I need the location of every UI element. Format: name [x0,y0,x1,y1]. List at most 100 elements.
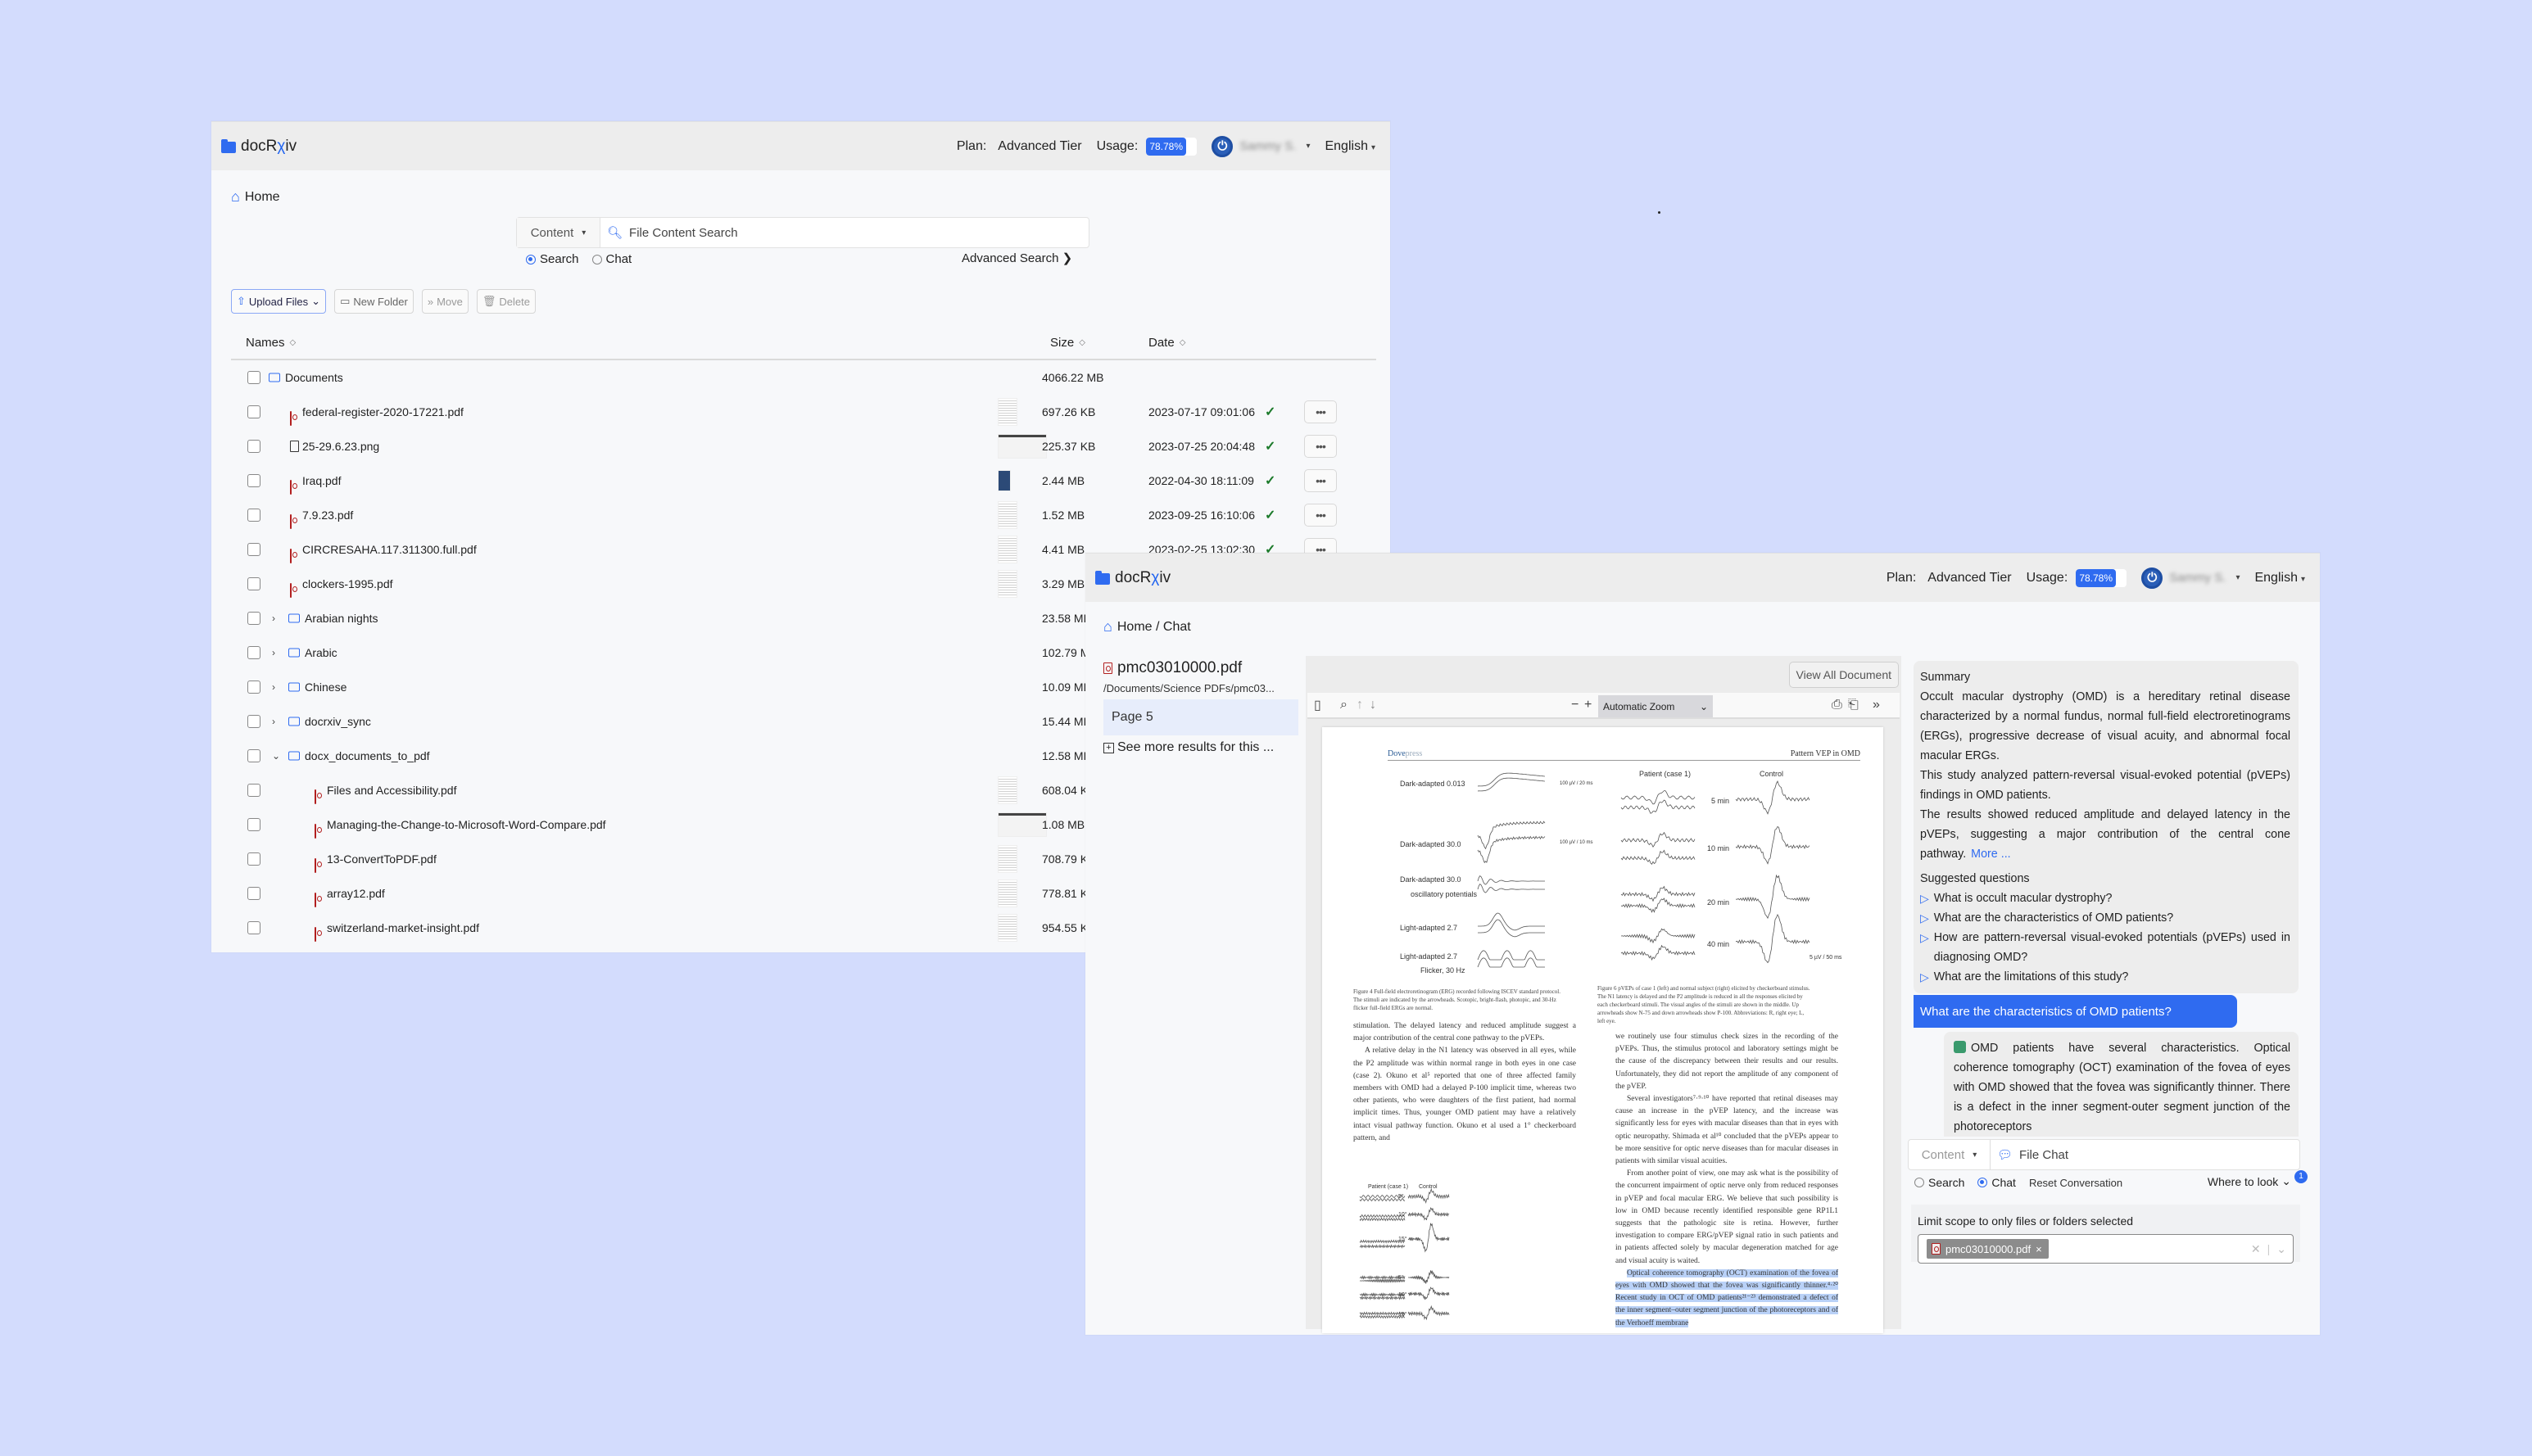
chat-input[interactable]: 💬︎ File Chat [1991,1147,2068,1163]
where-to-look-toggle[interactable]: Where to look ⌄ 1 [2208,1169,2308,1188]
file-thumbnail[interactable] [998,470,1011,491]
arrow-up-icon[interactable]: ↑ [1357,698,1363,712]
row-name[interactable]: Documents [285,371,343,384]
chevron-down-icon[interactable]: ⌄ [2276,1242,2286,1256]
row-checkbox[interactable] [247,921,260,934]
radio-dot[interactable] [1914,1178,1924,1187]
row-checkbox[interactable] [247,852,260,866]
row-checkbox[interactable] [247,543,260,556]
more-link[interactable]: More ... [1971,848,2010,861]
row-checkbox[interactable] [247,715,260,728]
search-input[interactable]: 🔍︎ File Content Search [600,225,1089,241]
row-checkbox[interactable] [247,474,260,487]
app-logo[interactable]: docRχiv [221,138,297,156]
scope-select[interactable]: pmc03010000.pdf × ✕ | ⌄ [1918,1234,2294,1264]
file-thumbnail[interactable] [998,914,1017,942]
row-name[interactable]: clockers-1995.pdf [302,577,393,590]
advanced-search-link[interactable]: Advanced Search ❯ [962,251,1072,265]
row-checkbox[interactable] [247,612,260,625]
folder-row[interactable]: Documents 4066.22 MB [231,360,1378,395]
user-menu[interactable]: ⏻ Sammy S. ▾ [1212,135,1310,157]
user-menu[interactable]: ⏻ Sammy S. ▾ [2141,567,2240,589]
sidebar-toggle-icon[interactable]: ▯ [1314,697,1321,713]
zoom-in-icon[interactable]: + [1584,698,1592,712]
home-icon[interactable]: ⌂ [231,188,240,206]
row-checkbox[interactable] [247,509,260,522]
radio-chat[interactable]: Chat [1977,1176,2016,1189]
row-checkbox[interactable] [247,818,260,831]
breadcrumb-path[interactable]: Home / Chat [1117,620,1191,635]
file-row[interactable]: 25-29.6.23.png 225.37 KB 2023-07-25 20:04:… [231,429,1378,463]
file-row[interactable]: 7.9.23.pdf 1.52 MB 2023-09-25 16:10:06 ✓ ••• [231,498,1378,532]
chevron-right-icon[interactable]: › [272,716,275,727]
chevron-right-icon[interactable]: › [272,647,275,658]
radio-dot-selected[interactable] [526,254,536,265]
file-row[interactable]: federal-register-2020-17221.pdf 697.26 KB… [231,395,1378,429]
language-select[interactable]: English ▾ [1325,139,1375,154]
file-thumbnail[interactable] [998,812,1047,837]
row-checkbox[interactable] [247,784,260,797]
zoom-out-icon[interactable]: − [1571,698,1579,712]
row-name[interactable]: 13-ConvertToPDF.pdf [327,852,437,866]
row-name[interactable]: CIRCRESAHA.117.311300.full.pdf [302,543,477,556]
file-row[interactable]: Iraq.pdf 2.44 MB 2022-04-30 18:11:09 ✓ ••• [231,463,1378,498]
row-name[interactable]: federal-register-2020-17221.pdf [302,405,464,418]
app-logo[interactable]: docRχiv [1095,569,1171,587]
row-checkbox[interactable] [247,440,260,453]
column-size[interactable]: Size ◇ [1050,336,1085,350]
result-page-hit[interactable]: Page 5 [1103,699,1298,735]
row-checkbox[interactable] [247,681,260,694]
file-thumbnail[interactable] [998,845,1017,873]
row-actions-button[interactable]: ••• [1304,504,1337,527]
suggested-question[interactable]: ▷ What are the limitations of this study? [1920,967,2290,987]
row-name[interactable]: Arabian nights [305,612,378,625]
row-name[interactable]: Managing-the-Change-to-Microsoft-Word-Co… [327,818,606,831]
chevron-right-icon[interactable]: › [272,613,275,624]
row-name[interactable]: 25-29.6.23.png [302,440,379,453]
see-more-results[interactable]: + See more results for this ... [1103,740,1298,755]
suggested-question[interactable]: ▷ What are the characteristics of OMD pat… [1920,908,2290,928]
row-checkbox[interactable] [247,887,260,900]
radio-dot-selected[interactable] [1977,1178,1988,1187]
row-checkbox[interactable] [247,371,260,384]
reset-conversation-button[interactable]: Reset Conversation [2029,1177,2122,1189]
move-button[interactable]: » Move [421,289,469,314]
row-actions-button[interactable]: ••• [1304,400,1337,423]
zoom-select[interactable]: Automatic Zoom ⌄ [1598,695,1713,717]
result-file[interactable]: pmc03010000.pdf [1103,659,1298,677]
row-name[interactable]: array12.pdf [327,887,385,900]
row-actions-button[interactable]: ••• [1304,435,1337,458]
file-thumbnail[interactable] [998,776,1017,804]
radio-search[interactable]: Search [1914,1176,1964,1189]
column-names[interactable]: Names ◇ [246,336,296,350]
row-checkbox[interactable] [247,646,260,659]
new-folder-button[interactable]: ▭ New Folder [334,289,414,314]
row-name[interactable]: docrxiv_sync [305,715,371,728]
clear-icon[interactable]: ✕ [2251,1242,2261,1256]
file-thumbnail[interactable] [998,570,1017,598]
view-all-document-button[interactable]: View All Document [1788,662,1899,688]
file-thumbnail[interactable] [998,879,1017,907]
power-icon[interactable]: ⏻ [2141,567,2163,589]
radio-search[interactable]: Search [526,252,579,266]
remove-chip-icon[interactable]: × [2036,1243,2042,1255]
print-icon[interactable]: ⎙ [1832,698,1842,712]
breadcrumb-home[interactable]: Home [245,190,280,205]
power-icon[interactable]: ⏻ [1212,135,1234,157]
radio-chat[interactable]: Chat [591,252,632,266]
suggested-question[interactable]: ▷ How are pattern-reversal visual-evoked … [1920,928,2290,967]
delete-button[interactable]: 🗑︎ Delete [476,289,536,314]
file-thumbnail[interactable] [998,501,1017,529]
row-name[interactable]: 7.9.23.pdf [302,509,353,522]
more-tools-icon[interactable]: » [1873,698,1880,712]
home-icon[interactable]: ⌂ [1103,618,1112,635]
search-type-select[interactable]: Content ▾ [517,218,600,247]
arrow-down-icon[interactable]: ↓ [1370,698,1376,712]
row-name[interactable]: Chinese [305,681,347,694]
download-icon[interactable]: ⎗ [1848,698,1859,712]
row-name[interactable]: docx_documents_to_pdf [305,749,430,762]
radio-dot[interactable] [591,254,602,265]
search-icon[interactable]: ⌕ [1340,698,1348,712]
row-name[interactable]: Iraq.pdf [302,474,341,487]
row-checkbox[interactable] [247,577,260,590]
